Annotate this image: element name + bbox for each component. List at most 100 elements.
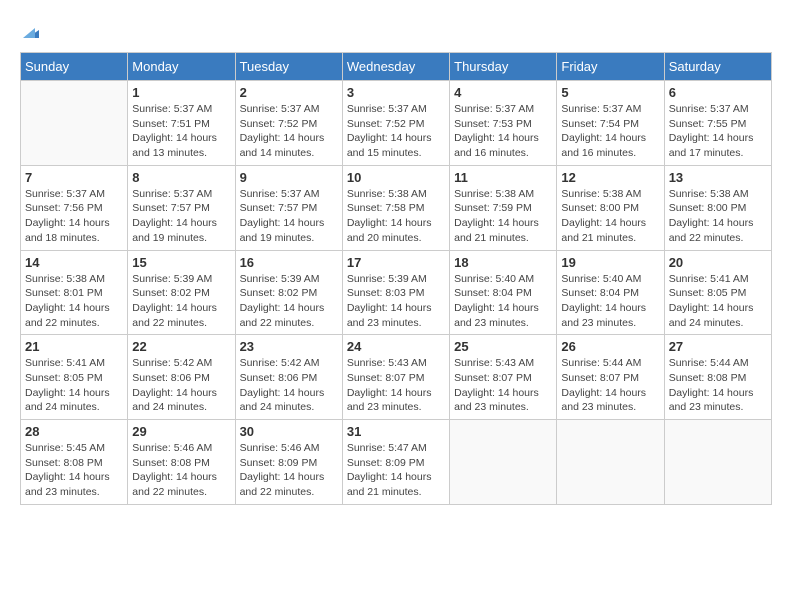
day-info: Sunrise: 5:43 AM Sunset: 8:07 PM Dayligh… bbox=[454, 356, 552, 415]
calendar-cell: 30Sunrise: 5:46 AM Sunset: 8:09 PM Dayli… bbox=[235, 420, 342, 505]
calendar-cell: 6 Sunrise: 5:37 AM Sunset: 7:55 PM Daylig… bbox=[664, 81, 771, 166]
day-number: 23 bbox=[240, 339, 338, 354]
calendar-week-row: 1 Sunrise: 5:37 AM Sunset: 7:51 PM Daylig… bbox=[21, 81, 772, 166]
day-info: Sunrise: 5:39 AM Sunset: 8:02 PM Dayligh… bbox=[240, 272, 338, 331]
day-info: Sunrise: 5:40 AM Sunset: 8:04 PM Dayligh… bbox=[454, 272, 552, 331]
day-number: 12 bbox=[561, 170, 659, 185]
day-number: 2 bbox=[240, 85, 338, 100]
day-info: Sunrise: 5:37 AM Sunset: 7:56 PM Dayligh… bbox=[25, 187, 123, 246]
logo bbox=[20, 20, 43, 42]
day-number: 31 bbox=[347, 424, 445, 439]
day-number: 17 bbox=[347, 255, 445, 270]
day-number: 10 bbox=[347, 170, 445, 185]
day-number: 11 bbox=[454, 170, 552, 185]
day-number: 9 bbox=[240, 170, 338, 185]
weekday-header: Tuesday bbox=[235, 53, 342, 81]
calendar-cell: 24 Sunrise: 5:43 AM Sunset: 8:07 PM Dayli… bbox=[342, 335, 449, 420]
day-number: 3 bbox=[347, 85, 445, 100]
calendar-cell: 20 Sunrise: 5:41 AM Sunset: 8:05 PM Dayli… bbox=[664, 250, 771, 335]
day-number: 5 bbox=[561, 85, 659, 100]
day-number: 18 bbox=[454, 255, 552, 270]
day-info: Sunrise: 5:37 AM Sunset: 7:55 PM Dayligh… bbox=[669, 102, 767, 161]
logo-icon bbox=[21, 20, 43, 42]
calendar-cell: 1 Sunrise: 5:37 AM Sunset: 7:51 PM Daylig… bbox=[128, 81, 235, 166]
calendar-cell: 8Sunrise: 5:37 AM Sunset: 7:57 PM Daylig… bbox=[128, 165, 235, 250]
calendar-cell: 25 Sunrise: 5:43 AM Sunset: 8:07 PM Dayli… bbox=[450, 335, 557, 420]
calendar: SundayMondayTuesdayWednesdayThursdayFrid… bbox=[20, 52, 772, 505]
calendar-cell: 18 Sunrise: 5:40 AM Sunset: 8:04 PM Dayli… bbox=[450, 250, 557, 335]
day-number: 15 bbox=[132, 255, 230, 270]
day-number: 22 bbox=[132, 339, 230, 354]
calendar-cell: 3 Sunrise: 5:37 AM Sunset: 7:52 PM Daylig… bbox=[342, 81, 449, 166]
calendar-cell: 27Sunrise: 5:44 AM Sunset: 8:08 PM Dayli… bbox=[664, 335, 771, 420]
day-info: Sunrise: 5:47 AM Sunset: 8:09 PM Dayligh… bbox=[347, 441, 445, 500]
day-number: 29 bbox=[132, 424, 230, 439]
day-info: Sunrise: 5:44 AM Sunset: 8:07 PM Dayligh… bbox=[561, 356, 659, 415]
calendar-cell: 2 Sunrise: 5:37 AM Sunset: 7:52 PM Daylig… bbox=[235, 81, 342, 166]
day-info: Sunrise: 5:38 AM Sunset: 8:00 PM Dayligh… bbox=[669, 187, 767, 246]
day-number: 6 bbox=[669, 85, 767, 100]
calendar-cell: 9 Sunrise: 5:37 AM Sunset: 7:57 PM Daylig… bbox=[235, 165, 342, 250]
calendar-cell: 31 Sunrise: 5:47 AM Sunset: 8:09 PM Dayli… bbox=[342, 420, 449, 505]
day-number: 24 bbox=[347, 339, 445, 354]
weekday-header: Monday bbox=[128, 53, 235, 81]
day-info: Sunrise: 5:39 AM Sunset: 8:03 PM Dayligh… bbox=[347, 272, 445, 331]
weekday-header: Wednesday bbox=[342, 53, 449, 81]
day-info: Sunrise: 5:46 AM Sunset: 8:08 PM Dayligh… bbox=[132, 441, 230, 500]
calendar-cell bbox=[664, 420, 771, 505]
calendar-cell: 7 Sunrise: 5:37 AM Sunset: 7:56 PM Daylig… bbox=[21, 165, 128, 250]
day-info: Sunrise: 5:41 AM Sunset: 8:05 PM Dayligh… bbox=[669, 272, 767, 331]
calendar-cell: 23 Sunrise: 5:42 AM Sunset: 8:06 PM Dayli… bbox=[235, 335, 342, 420]
day-number: 21 bbox=[25, 339, 123, 354]
day-info: Sunrise: 5:40 AM Sunset: 8:04 PM Dayligh… bbox=[561, 272, 659, 331]
day-number: 4 bbox=[454, 85, 552, 100]
calendar-cell: 22 Sunrise: 5:42 AM Sunset: 8:06 PM Dayli… bbox=[128, 335, 235, 420]
calendar-cell bbox=[557, 420, 664, 505]
day-number: 8 bbox=[132, 170, 230, 185]
day-info: Sunrise: 5:38 AM Sunset: 8:00 PM Dayligh… bbox=[561, 187, 659, 246]
day-info: Sunrise: 5:38 AM Sunset: 7:58 PM Dayligh… bbox=[347, 187, 445, 246]
calendar-week-row: 7 Sunrise: 5:37 AM Sunset: 7:56 PM Daylig… bbox=[21, 165, 772, 250]
calendar-cell: 17 Sunrise: 5:39 AM Sunset: 8:03 PM Dayli… bbox=[342, 250, 449, 335]
day-number: 26 bbox=[561, 339, 659, 354]
calendar-week-row: 28 Sunrise: 5:45 AM Sunset: 8:08 PM Dayli… bbox=[21, 420, 772, 505]
calendar-cell: 28 Sunrise: 5:45 AM Sunset: 8:08 PM Dayli… bbox=[21, 420, 128, 505]
day-info: Sunrise: 5:37 AM Sunset: 7:51 PM Dayligh… bbox=[132, 102, 230, 161]
day-number: 28 bbox=[25, 424, 123, 439]
day-info: Sunrise: 5:41 AM Sunset: 8:05 PM Dayligh… bbox=[25, 356, 123, 415]
day-info: Sunrise: 5:43 AM Sunset: 8:07 PM Dayligh… bbox=[347, 356, 445, 415]
day-info: Sunrise: 5:42 AM Sunset: 8:06 PM Dayligh… bbox=[240, 356, 338, 415]
day-info: Sunrise: 5:38 AM Sunset: 8:01 PM Dayligh… bbox=[25, 272, 123, 331]
day-info: Sunrise: 5:37 AM Sunset: 7:57 PM Dayligh… bbox=[240, 187, 338, 246]
day-number: 7 bbox=[25, 170, 123, 185]
weekday-header: Saturday bbox=[664, 53, 771, 81]
day-number: 1 bbox=[132, 85, 230, 100]
day-info: Sunrise: 5:37 AM Sunset: 7:53 PM Dayligh… bbox=[454, 102, 552, 161]
day-info: Sunrise: 5:37 AM Sunset: 7:54 PM Dayligh… bbox=[561, 102, 659, 161]
day-number: 16 bbox=[240, 255, 338, 270]
day-number: 14 bbox=[25, 255, 123, 270]
day-info: Sunrise: 5:45 AM Sunset: 8:08 PM Dayligh… bbox=[25, 441, 123, 500]
calendar-cell: 29 Sunrise: 5:46 AM Sunset: 8:08 PM Dayli… bbox=[128, 420, 235, 505]
calendar-cell: 21 Sunrise: 5:41 AM Sunset: 8:05 PM Dayli… bbox=[21, 335, 128, 420]
day-info: Sunrise: 5:37 AM Sunset: 7:52 PM Dayligh… bbox=[240, 102, 338, 161]
day-info: Sunrise: 5:38 AM Sunset: 7:59 PM Dayligh… bbox=[454, 187, 552, 246]
header bbox=[20, 20, 772, 42]
weekday-header: Friday bbox=[557, 53, 664, 81]
calendar-cell: 14 Sunrise: 5:38 AM Sunset: 8:01 PM Dayli… bbox=[21, 250, 128, 335]
calendar-header-row: SundayMondayTuesdayWednesdayThursdayFrid… bbox=[21, 53, 772, 81]
calendar-cell: 10 Sunrise: 5:38 AM Sunset: 7:58 PM Dayli… bbox=[342, 165, 449, 250]
day-info: Sunrise: 5:44 AM Sunset: 8:08 PM Dayligh… bbox=[669, 356, 767, 415]
day-number: 20 bbox=[669, 255, 767, 270]
day-info: Sunrise: 5:39 AM Sunset: 8:02 PM Dayligh… bbox=[132, 272, 230, 331]
day-info: Sunrise: 5:42 AM Sunset: 8:06 PM Dayligh… bbox=[132, 356, 230, 415]
day-number: 25 bbox=[454, 339, 552, 354]
calendar-cell bbox=[21, 81, 128, 166]
calendar-cell: 4 Sunrise: 5:37 AM Sunset: 7:53 PM Daylig… bbox=[450, 81, 557, 166]
day-number: 30 bbox=[240, 424, 338, 439]
calendar-cell: 5 Sunrise: 5:37 AM Sunset: 7:54 PM Daylig… bbox=[557, 81, 664, 166]
day-info: Sunrise: 5:37 AM Sunset: 7:52 PM Dayligh… bbox=[347, 102, 445, 161]
calendar-cell: 13Sunrise: 5:38 AM Sunset: 8:00 PM Dayli… bbox=[664, 165, 771, 250]
calendar-cell: 11 Sunrise: 5:38 AM Sunset: 7:59 PM Dayli… bbox=[450, 165, 557, 250]
calendar-cell: 16 Sunrise: 5:39 AM Sunset: 8:02 PM Dayli… bbox=[235, 250, 342, 335]
